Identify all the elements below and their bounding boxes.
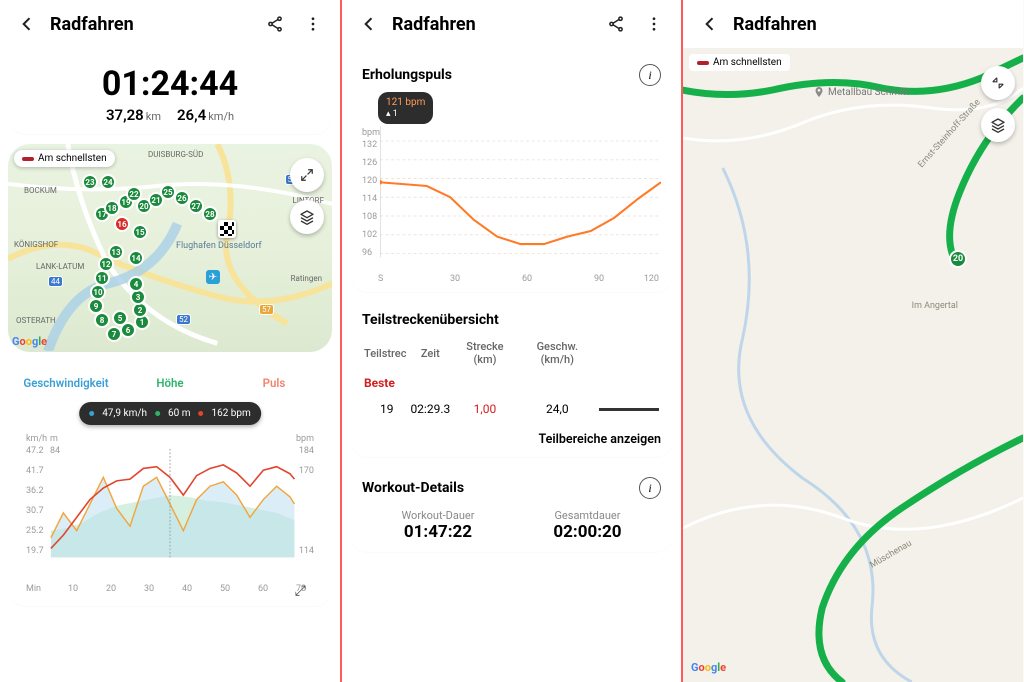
poi-airport: Flughafen Düsseldorf [176, 242, 262, 252]
workout-duration: 01:47:22 [401, 522, 474, 542]
screen-fullmap: Radfahren Ernst-Steinhoff-Straße Im Ange… [682, 0, 1023, 682]
finish-flag-icon [218, 220, 236, 238]
summary-distance: 37,28 [106, 106, 144, 124]
pulse-tooltip: 121 bpm ▴ 1 [378, 92, 433, 124]
info-icon[interactable]: i [639, 477, 661, 499]
back-button[interactable] [12, 9, 42, 39]
section-title: Erholungspuls [362, 67, 452, 83]
route-map[interactable]: DUISBURG-SÜD BOCKUM KÖNIGSHOF LANK-LATUM… [8, 144, 332, 352]
share-icon[interactable] [260, 9, 290, 39]
recovery-pulse-chart[interactable]: 121 bpm ▴ 1 bpm 132 126 120 114 108 102 [362, 92, 661, 282]
collapse-map-icon[interactable] [981, 66, 1015, 100]
chart-card: Geschwindigkeit Höhe Puls 47,9 km/h 60 m… [8, 360, 332, 606]
header: Radfahren [683, 0, 1023, 48]
map-legend: Am schnellsten [689, 54, 790, 71]
airport-icon: ✈ [206, 270, 220, 284]
summary-speed: 26,4 [177, 106, 206, 124]
page-title: Radfahren [733, 14, 1011, 35]
more-icon[interactable] [639, 9, 669, 39]
info-icon[interactable]: i [639, 64, 661, 86]
expand-chart-icon[interactable]: ⤢ [289, 581, 312, 600]
page-title: Radfahren [50, 14, 252, 35]
street-label: Im Angertal [912, 301, 958, 311]
page-title: Radfahren [392, 14, 593, 35]
multi-line-chart[interactable]: 47,9 km/h 60 m 162 bpm km/h m bpm 47.2 8… [26, 402, 314, 602]
share-icon[interactable] [601, 9, 631, 39]
workout-details-card: Workout-Details i Workout-Dauer 01:47:22… [350, 467, 673, 552]
summary-duration: 01:24:44 [8, 64, 332, 104]
recovery-pulse-card: Erholungspuls i 121 bpm ▴ 1 bpm 132 [350, 54, 673, 292]
back-button[interactable] [695, 9, 725, 39]
tab-speed[interactable]: Geschwindigkeit [18, 370, 114, 396]
google-logo: Google [12, 335, 47, 348]
header: Radfahren [0, 0, 340, 48]
map-legend: Am schnellsten [14, 150, 115, 167]
show-segments-link[interactable]: Teilbereiche anzeigen [362, 422, 661, 447]
segment-bar [599, 408, 659, 411]
segments-table: Teilstrec Zeit Strecke (km) Geschw. (km/… [362, 336, 661, 422]
header: Radfahren [342, 0, 681, 48]
total-duration: 02:00:20 [553, 522, 621, 542]
chart-tooltip: 47,9 km/h 60 m 162 bpm [79, 402, 261, 425]
section-title: Workout-Details [362, 480, 464, 496]
summary-card: 01:24:44 37,28km 26,4km/h [8, 54, 332, 134]
google-logo: Google [691, 661, 726, 674]
tab-pulse[interactable]: Puls [226, 370, 322, 396]
table-row: 19 02:29.3 1,00 24,0 [362, 396, 661, 422]
tab-elevation[interactable]: Höhe [122, 370, 218, 396]
layers-icon[interactable] [981, 108, 1015, 142]
back-button[interactable] [354, 9, 384, 39]
segments-card: Teilstreckenübersicht Teilstrec Zeit Str… [350, 302, 673, 457]
more-icon[interactable] [298, 9, 328, 39]
section-title: Teilstreckenübersicht [362, 312, 661, 328]
km-marker: 20 [949, 250, 967, 268]
layers-icon[interactable] [290, 200, 324, 234]
expand-map-icon[interactable] [290, 158, 324, 192]
screen-overview: Radfahren 01:24:44 37,28km 26,4km/h DUIS… [0, 0, 341, 682]
screen-details: Radfahren Erholungspuls i 121 bpm ▴ 1 [341, 0, 682, 682]
fullscreen-map[interactable]: Ernst-Steinhoff-Straße Im Angertal Müsch… [683, 48, 1023, 682]
poi-pin[interactable]: Metallbau Schmitt [813, 86, 909, 98]
